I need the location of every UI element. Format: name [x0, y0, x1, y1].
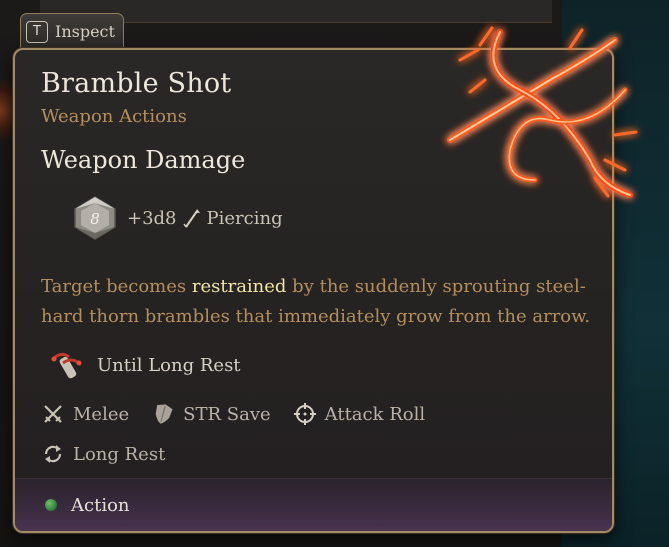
inspect-label: Inspect [55, 22, 115, 41]
damage-dice: +3d8 [127, 207, 177, 229]
bramble-shot-spell-icon [447, 26, 638, 198]
description-text-start: Target becomes [41, 276, 192, 297]
crosshair-icon [293, 403, 316, 425]
tag-attack-roll: Attack Roll [293, 402, 426, 426]
recharge-row: Long Rest [41, 442, 165, 466]
inspect-keybind: T [26, 20, 48, 43]
svg-text:8: 8 [90, 210, 100, 228]
tag-melee-label: Melee [73, 403, 130, 425]
recharge-label: Long Rest [73, 443, 166, 465]
damage-row: 8 +3d8 Piercing [71, 195, 283, 241]
background-ornament [0, 80, 14, 140]
d8-dice-icon: 8 [74, 196, 116, 240]
spell-title: Bramble Shot [41, 68, 232, 99]
action-resource-icon [45, 499, 57, 511]
action-cost-label: Action [71, 494, 130, 516]
spell-description: Target becomes restrained by the suddenl… [41, 272, 591, 332]
piercing-arrow-icon [182, 209, 200, 228]
damage-heading: Weapon Damage [41, 146, 246, 174]
duration-row: Until Long Rest [49, 347, 241, 383]
game-scene: T Inspect Bramble Shot Weapon Actions We… [0, 0, 669, 547]
action-cost-bar: Action [15, 478, 612, 531]
condition-keyword-restrained[interactable]: restrained [192, 276, 287, 297]
damage-type: Piercing [206, 207, 283, 229]
shield-save-icon [155, 404, 173, 424]
tag-melee: Melee [41, 402, 129, 426]
inspect-tab[interactable]: T Inspect [20, 13, 124, 49]
bound-limb-rest-icon [51, 352, 82, 379]
crossed-swords-icon [44, 405, 62, 423]
tag-attack-roll-label: Attack Roll [324, 403, 426, 425]
spell-category: Weapon Actions [41, 106, 187, 127]
duration-label: Until Long Rest [97, 354, 241, 376]
long-rest-cycle-icon [44, 445, 62, 463]
tag-str-save-label: STR Save [183, 403, 271, 425]
spell-tags: Melee STR Save Attack Roll [41, 402, 447, 426]
tag-str-save: STR Save [151, 402, 271, 426]
